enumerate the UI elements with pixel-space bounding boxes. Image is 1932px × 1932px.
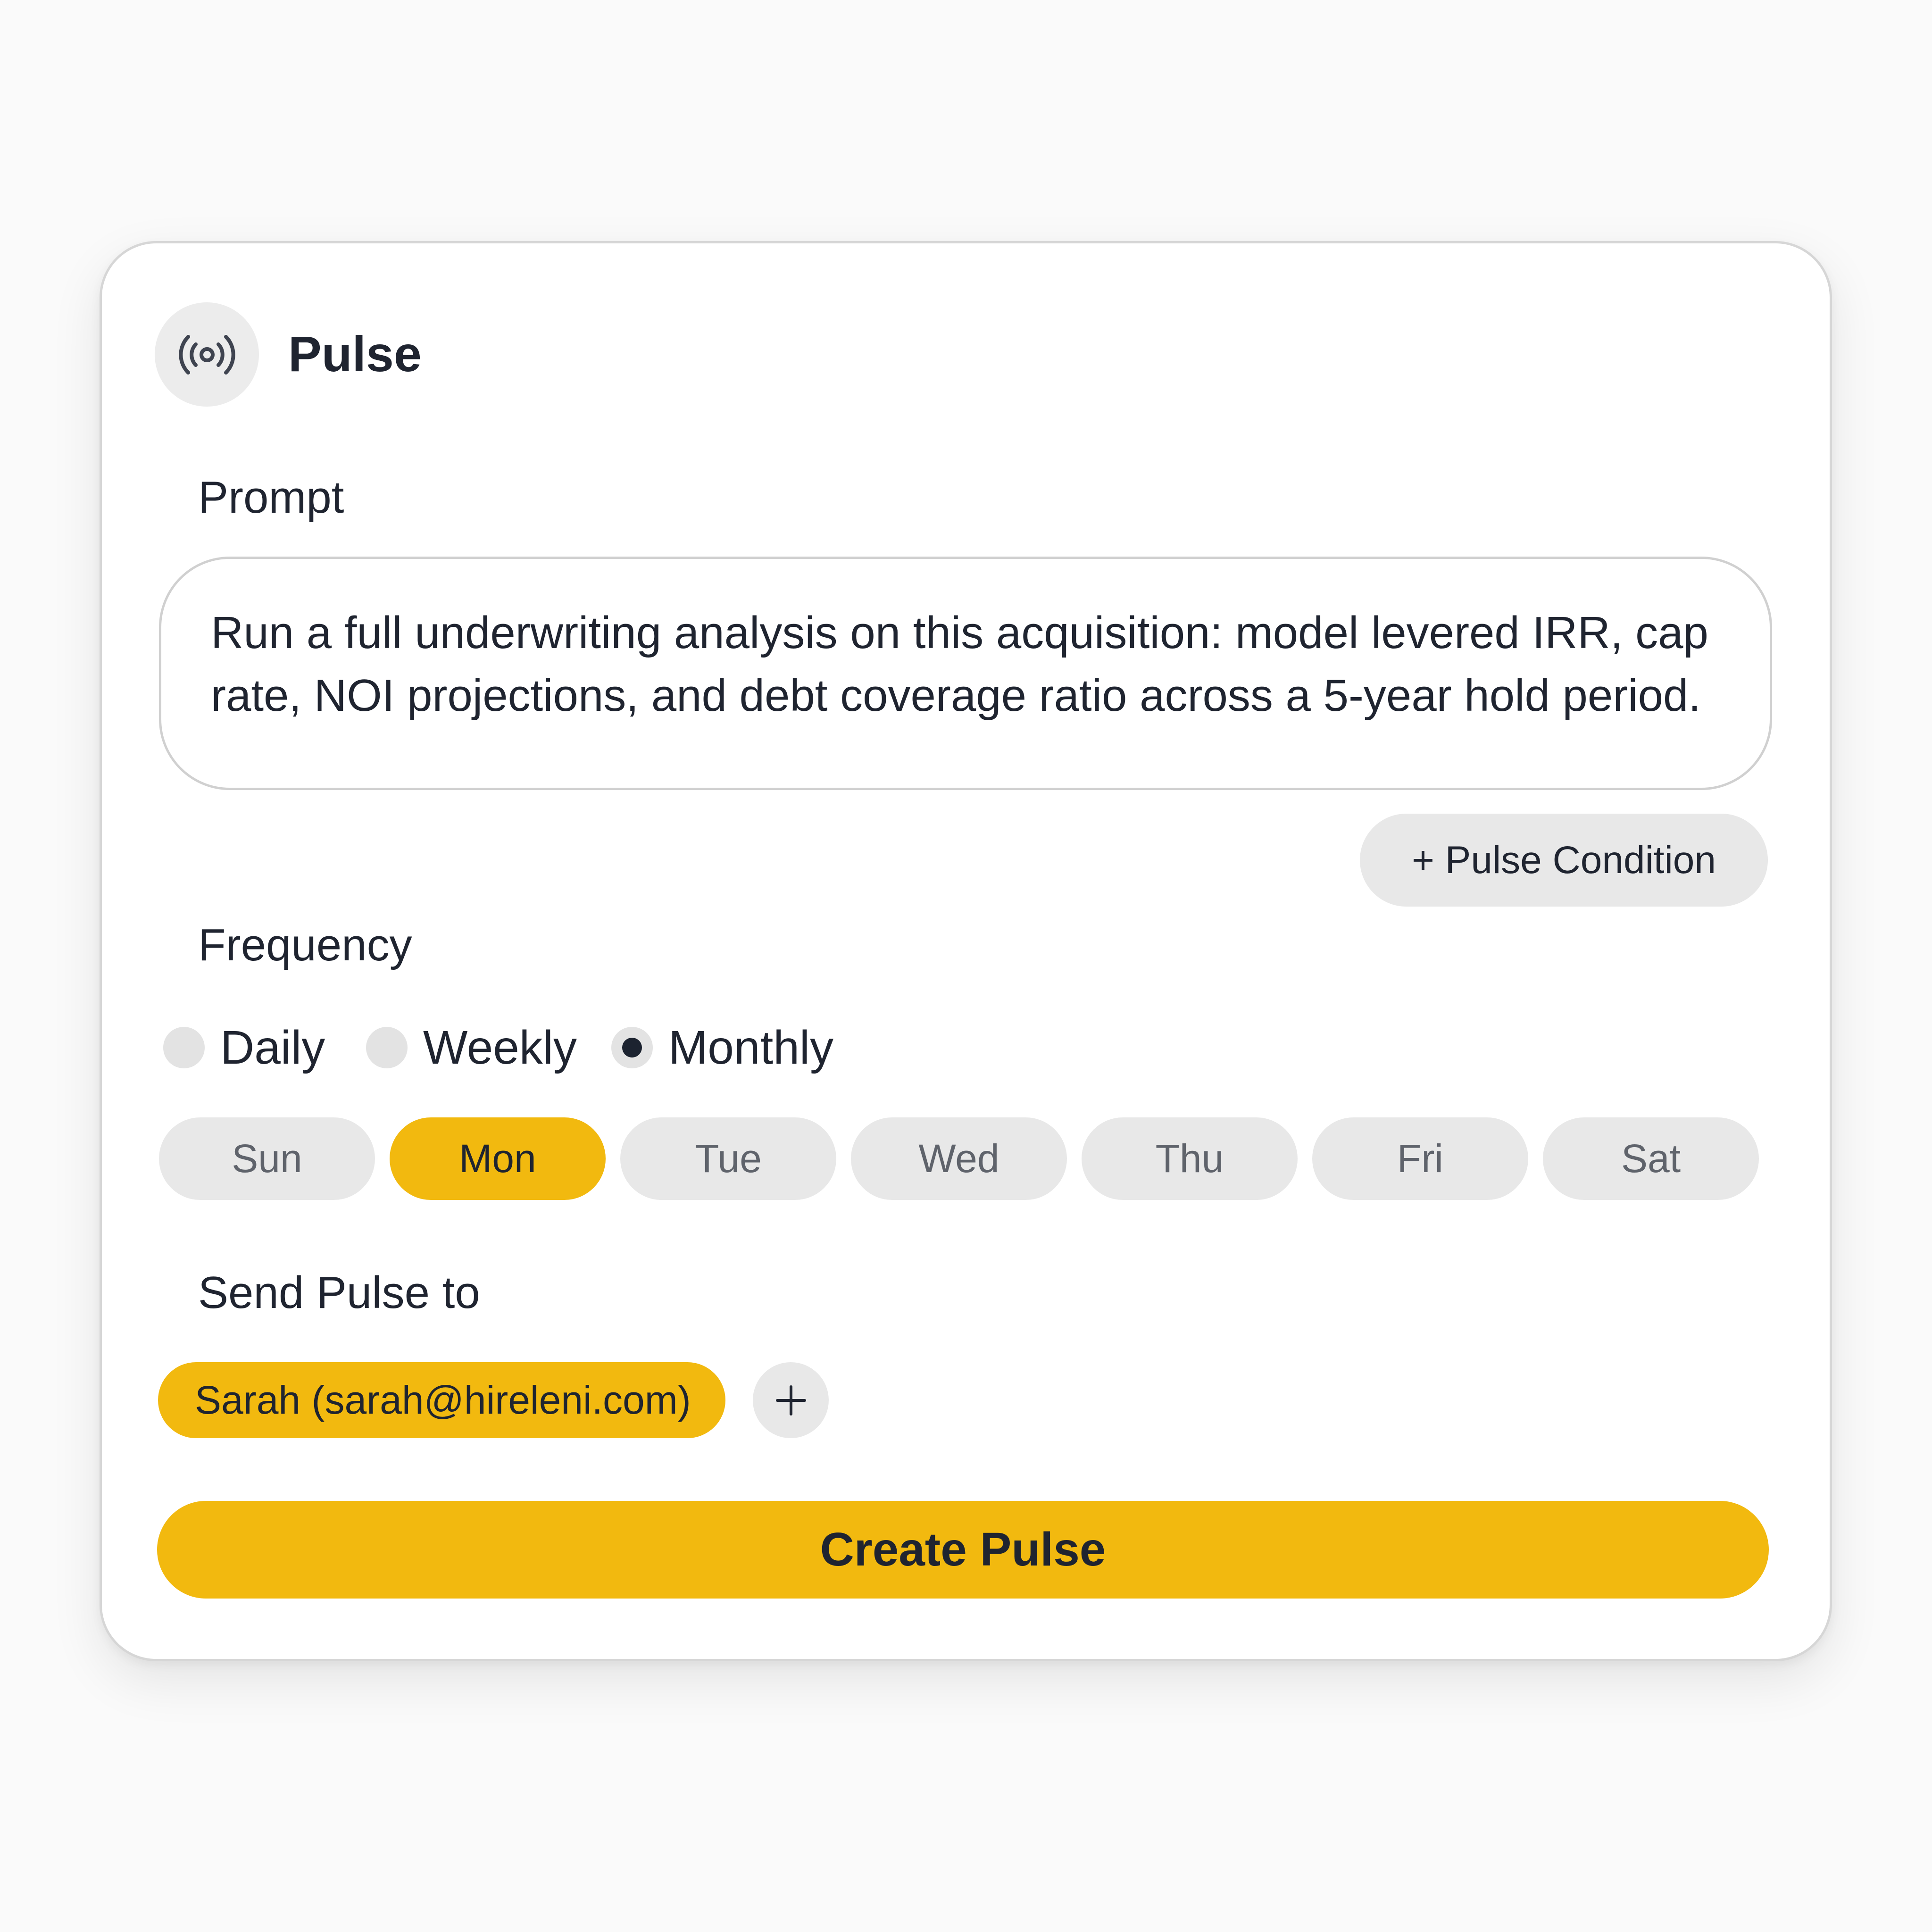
recipient-chip[interactable]: Sarah (sarah@hireleni.com) bbox=[158, 1362, 725, 1438]
pulse-card: Pulse Prompt Run a full underwriting ana… bbox=[100, 241, 1832, 1661]
day-button-wed[interactable]: Wed bbox=[851, 1117, 1067, 1200]
page-title: Pulse bbox=[288, 326, 422, 382]
frequency-option-daily[interactable]: Daily bbox=[163, 1019, 325, 1076]
radio-button[interactable] bbox=[163, 1027, 205, 1068]
day-button-tue[interactable]: Tue bbox=[620, 1117, 836, 1200]
frequency-option-monthly[interactable]: Monthly bbox=[611, 1019, 833, 1076]
create-pulse-button[interactable]: Create Pulse bbox=[157, 1501, 1769, 1599]
radio-button-selected[interactable] bbox=[611, 1027, 653, 1068]
frequency-option-weekly[interactable]: Weekly bbox=[366, 1019, 577, 1076]
day-button-thu[interactable]: Thu bbox=[1082, 1117, 1298, 1200]
day-button-sun[interactable]: Sun bbox=[159, 1117, 375, 1200]
prompt-input[interactable]: Run a full underwriting analysis on this… bbox=[159, 557, 1772, 790]
radio-label: Weekly bbox=[423, 1021, 577, 1074]
broadcast-icon bbox=[155, 302, 259, 407]
radio-label: Daily bbox=[220, 1021, 325, 1074]
radio-button[interactable] bbox=[366, 1027, 408, 1068]
frequency-label: Frequency bbox=[198, 920, 412, 970]
day-button-mon[interactable]: Mon bbox=[390, 1117, 606, 1200]
day-button-sat[interactable]: Sat bbox=[1543, 1117, 1759, 1200]
radio-label: Monthly bbox=[668, 1021, 834, 1074]
add-recipient-button[interactable] bbox=[753, 1362, 829, 1438]
send-to-label: Send Pulse to bbox=[198, 1267, 480, 1318]
plus-icon bbox=[775, 1385, 806, 1416]
prompt-label: Prompt bbox=[198, 472, 344, 523]
day-button-fri[interactable]: Fri bbox=[1312, 1117, 1528, 1200]
add-pulse-condition-button[interactable]: + Pulse Condition bbox=[1360, 814, 1768, 907]
